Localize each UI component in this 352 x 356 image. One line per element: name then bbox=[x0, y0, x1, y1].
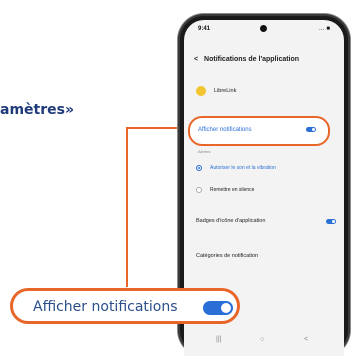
screen-header: < Notifications de l'application bbox=[194, 56, 344, 70]
leader-line-vertical bbox=[126, 127, 128, 287]
home-icon[interactable]: ○ bbox=[260, 336, 264, 343]
app-row: LibreLink bbox=[196, 84, 236, 98]
back-nav-icon[interactable]: < bbox=[304, 336, 308, 343]
show-notifications-label: Afficher notifications bbox=[198, 127, 252, 133]
caption-text: amètres» bbox=[0, 102, 74, 118]
categories-label[interactable]: Catégories de notification bbox=[196, 253, 258, 259]
camera-icon bbox=[260, 25, 267, 32]
badges-toggle[interactable] bbox=[326, 219, 336, 224]
show-notifications-toggle[interactable] bbox=[306, 127, 316, 132]
show-notifications-callout: Afficher notifications bbox=[10, 288, 240, 324]
option-label: Autoriser le son et la vibration bbox=[210, 165, 276, 171]
status-time: 9:41 bbox=[198, 26, 211, 32]
app-icon bbox=[196, 86, 206, 96]
app-name: LibreLink bbox=[214, 88, 237, 94]
status-icons: … ■ bbox=[318, 26, 330, 32]
callout-toggle[interactable] bbox=[203, 301, 233, 315]
radio-unselected-icon[interactable] bbox=[196, 187, 202, 193]
page-title: Notifications de l'application bbox=[204, 56, 300, 63]
option-label: Remettre en silence bbox=[210, 187, 255, 193]
back-icon[interactable]: < bbox=[194, 56, 198, 63]
status-bar: 9:41 … ■ bbox=[184, 20, 344, 42]
callout-label: Afficher notifications bbox=[33, 299, 178, 315]
option-silent[interactable]: Remettre en silence bbox=[196, 185, 254, 195]
radio-selected-icon[interactable] bbox=[196, 165, 202, 171]
nav-bar: ||| ○ < bbox=[184, 332, 344, 356]
section-label: Alertes bbox=[198, 149, 211, 154]
badges-label: Badges d'icône d'application bbox=[196, 218, 266, 224]
show-notifications-row[interactable]: Afficher notifications bbox=[188, 116, 330, 146]
leader-line-horizontal bbox=[126, 127, 177, 129]
option-sound-vibration[interactable]: Autoriser le son et la vibration bbox=[196, 163, 276, 173]
recents-icon[interactable]: ||| bbox=[216, 336, 221, 343]
